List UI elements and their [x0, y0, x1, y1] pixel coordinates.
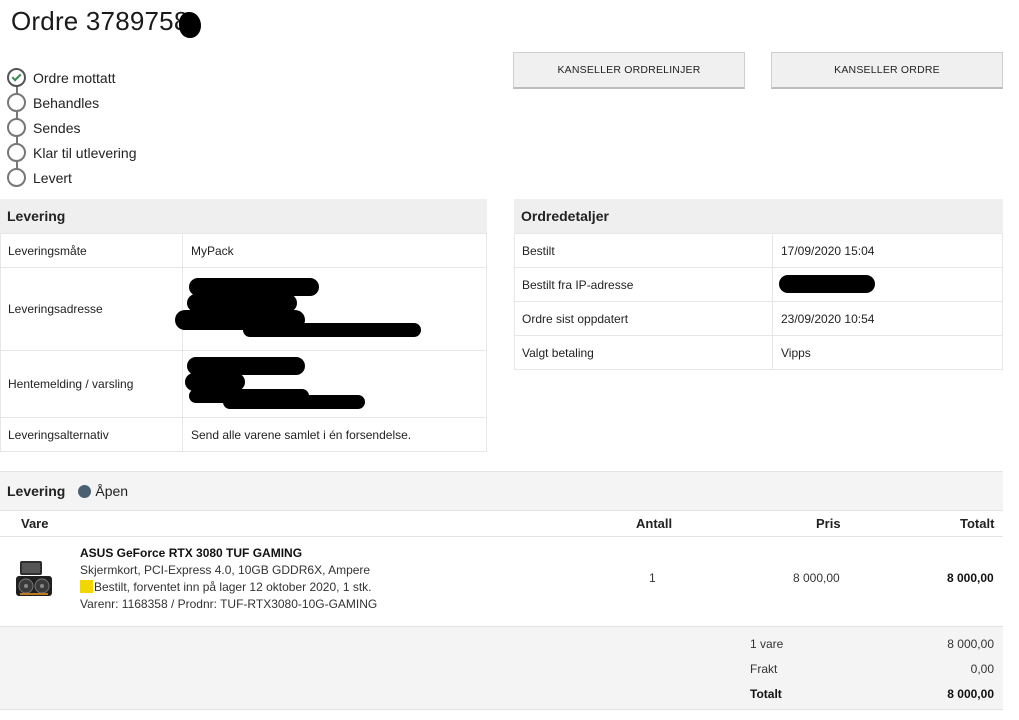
step-circle-icon: [7, 143, 26, 162]
panel-heading: Levering: [0, 199, 487, 233]
item-qty: 1: [649, 571, 656, 585]
ordredetaljer-panel: Ordredetaljer Bestilt 17/09/2020 15:04 B…: [514, 199, 1003, 370]
step-levert: Levert: [7, 165, 137, 190]
step-ordre-mottatt: Ordre mottatt: [7, 65, 137, 90]
field-label: Hentemelding / varsling: [1, 351, 183, 417]
page-title: Ordre 3789758: [11, 6, 189, 36]
field-label: Leveringsadresse: [1, 268, 183, 350]
panel-heading: Ordredetaljer: [514, 199, 1003, 233]
delivery-header: Levering Åpen: [0, 471, 1003, 510]
redacted-ip: [773, 268, 973, 301]
field-value: Send alle varene samlet i én forsendelse…: [191, 427, 412, 442]
step-behandles: Behandles: [7, 90, 137, 115]
col-pris: Pris: [816, 516, 841, 531]
order-summary: 1 vare 8 000,00 Frakt 0,00 Totalt 8 000,00: [0, 626, 1003, 710]
redacted-notification: [183, 351, 483, 417]
product-ids: Varenr: 1168358 / Prodnr: TUF-RTX3080-10…: [80, 597, 378, 611]
graphics-card-icon: [16, 561, 52, 596]
order-status-steps: Ordre mottatt Behandles Sendes Klar til …: [7, 65, 137, 190]
field-label: Leveringsalternativ: [1, 418, 183, 451]
col-vare: Vare: [21, 516, 49, 531]
field-value: Vipps: [781, 345, 811, 360]
table-row: ASUS GeForce RTX 3080 TUF GAMING Skjermk…: [0, 537, 1003, 626]
product-name[interactable]: ASUS GeForce RTX 3080 TUF GAMING: [80, 546, 302, 560]
item-price: 8 000,00: [793, 571, 840, 585]
col-totalt: Totalt: [960, 516, 995, 531]
field-label: Valgt betaling: [515, 336, 773, 369]
step-sendes: Sendes: [7, 115, 137, 140]
cancel-order-lines-button[interactable]: KANSELLER ORDRELINJER: [513, 52, 745, 89]
step-label: Ordre mottatt: [33, 69, 116, 86]
item-total: 8 000,00: [947, 571, 994, 585]
step-label: Sendes: [33, 119, 81, 136]
cancel-order-button[interactable]: KANSELLER ORDRE: [771, 52, 1003, 89]
field-label: Bestilt fra IP-adresse: [515, 268, 773, 301]
product-desc: Skjermkort, PCI-Express 4.0, 10GB GDDR6X…: [80, 563, 371, 577]
redaction-mark: [179, 12, 201, 38]
check-icon: [7, 68, 26, 87]
step-circle-icon: [7, 168, 26, 187]
summary-total-row: Totalt 8 000,00: [750, 687, 994, 701]
step-label: Klar til utlevering: [33, 144, 137, 161]
stock-status: Bestilt, forventet inn på lager 12 oktob…: [80, 580, 372, 594]
items-table-header: Vare Antall Pris Totalt: [0, 510, 1003, 537]
field-value: 23/09/2020 10:54: [781, 311, 875, 326]
summary-row: 1 vare 8 000,00: [750, 637, 994, 651]
step-label: Behandles: [33, 94, 100, 111]
status-dot-icon: [78, 484, 92, 498]
col-antall: Antall: [636, 516, 673, 531]
levering-panel: Levering Leveringsmåte MyPack Leveringsa…: [0, 199, 487, 452]
field-value: MyPack: [191, 243, 234, 258]
delivery-status: Åpen: [95, 483, 129, 499]
stock-flag-icon: [80, 580, 93, 593]
field-label: Leveringsmåte: [1, 234, 183, 267]
step-circle-icon: [7, 118, 26, 137]
step-label: Levert: [33, 169, 72, 186]
step-circle-icon: [7, 93, 26, 112]
step-klar-til-utlevering: Klar til utlevering: [7, 140, 137, 165]
field-label: Ordre sist oppdatert: [515, 302, 773, 335]
delivery-heading: Levering: [7, 483, 66, 499]
field-value: 17/09/2020 15:04: [781, 243, 875, 258]
redacted-address: [175, 268, 483, 350]
summary-row: Frakt 0,00: [750, 662, 994, 676]
field-label: Bestilt: [515, 234, 773, 267]
